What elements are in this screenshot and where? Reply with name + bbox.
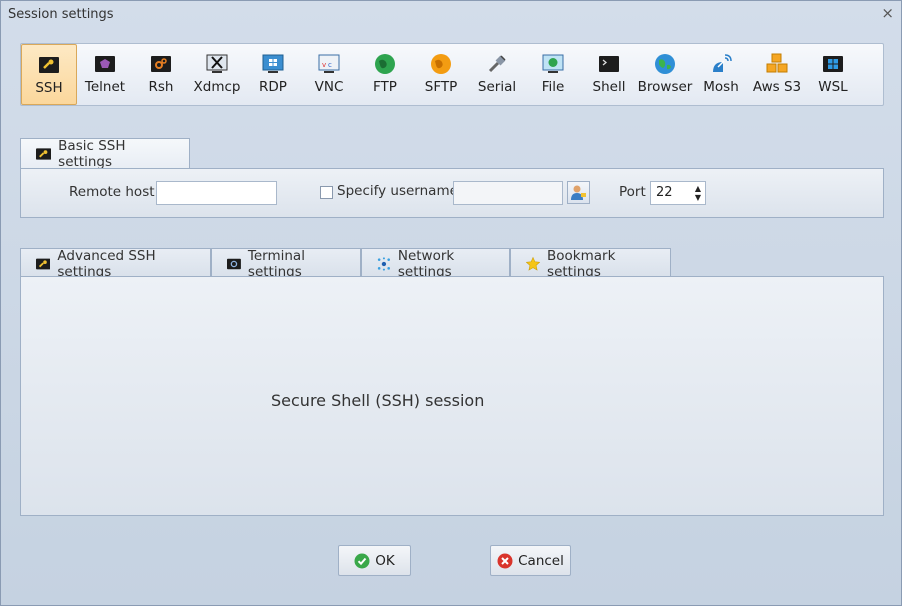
title-bar: Session settings ×: [1, 1, 901, 27]
protocol-ftp[interactable]: FTP: [357, 44, 413, 105]
rsh-icon: [151, 56, 171, 72]
protocol-ssh[interactable]: SSH: [21, 44, 77, 105]
user-icon: [571, 185, 586, 200]
check-circle-icon: [354, 553, 370, 568]
tab-bookmark-settings[interactable]: Bookmark settings: [510, 248, 671, 280]
session-settings-dialog: Session settings × SSH Telnet Rsh Xdmcp …: [0, 0, 902, 606]
specify-username-label: Specify username: [337, 183, 458, 199]
protocol-wsl[interactable]: WSL: [805, 44, 861, 105]
close-icon[interactable]: ×: [881, 4, 894, 22]
file-monitor-icon: [542, 54, 564, 73]
protocol-serial[interactable]: Serial: [469, 44, 525, 105]
protocol-label: Mosh: [703, 79, 739, 95]
spinner-arrows-icon[interactable]: ▲ ▼: [695, 184, 701, 202]
protocol-rsh[interactable]: Rsh: [133, 44, 189, 105]
telnet-icon: [95, 56, 115, 72]
user-credentials-button[interactable]: [567, 181, 590, 204]
protocol-label: Serial: [477, 79, 517, 95]
ok-label: OK: [375, 552, 395, 569]
protocol-label: Xdmcp: [193, 79, 241, 95]
protocol-label: Rsh: [148, 79, 174, 95]
rdp-icon: [262, 54, 284, 73]
protocol-label: SFTP: [424, 79, 458, 95]
remote-host-label: Remote host *: [69, 184, 166, 200]
tab-terminal-settings[interactable]: Terminal settings: [211, 248, 361, 280]
port-label: Port: [619, 184, 646, 200]
svg-text:v: v: [322, 61, 326, 69]
protocol-label: WSL: [818, 79, 848, 95]
protocol-label: Shell: [592, 79, 626, 95]
port-value: 22: [656, 185, 673, 200]
star-icon: [526, 256, 541, 271]
xdmcp-icon: [206, 54, 228, 73]
mosh-satellite-icon: [713, 54, 732, 72]
serial-plug-icon: [488, 55, 506, 73]
protocol-label: File: [541, 79, 565, 95]
ok-button[interactable]: OK: [338, 545, 411, 576]
wsl-windows-icon: [823, 56, 843, 72]
tab-basic-ssh-settings[interactable]: Basic SSH settings: [20, 138, 190, 170]
protocol-toolbar: SSH Telnet Rsh Xdmcp RDP v c VNC FTP SFT…: [20, 43, 884, 106]
protocol-label: Browser: [637, 79, 693, 95]
ssh-key-icon: [36, 258, 51, 270]
protocol-label: Aws S3: [752, 79, 802, 95]
tab-network-settings[interactable]: Network settings: [361, 248, 510, 280]
browser-globe-icon: [655, 54, 675, 74]
network-icon: [377, 257, 390, 271]
protocol-file[interactable]: File: [525, 44, 581, 105]
protocol-mosh[interactable]: Mosh: [693, 44, 749, 105]
cancel-label: Cancel: [518, 552, 564, 569]
cancel-x-circle-icon: [497, 553, 513, 568]
basic-settings-panel: Remote host * Specify username Port 22 ▲…: [20, 168, 884, 218]
protocol-label: SSH: [35, 80, 63, 96]
shell-terminal-icon: [599, 56, 619, 72]
username-input[interactable]: [453, 181, 563, 205]
cancel-button[interactable]: Cancel: [490, 545, 571, 576]
specify-username-checkbox[interactable]: [320, 186, 333, 199]
ssh-key-icon: [36, 148, 52, 160]
vnc-icon: v c: [318, 54, 340, 73]
protocol-label: VNC: [314, 79, 344, 95]
ftp-globe-icon: [375, 54, 395, 74]
ssh-key-icon: [39, 57, 59, 73]
protocol-xdmcp[interactable]: Xdmcp: [189, 44, 245, 105]
protocol-sftp[interactable]: SFTP: [413, 44, 469, 105]
protocol-browser[interactable]: Browser: [637, 44, 693, 105]
svg-text:c: c: [328, 61, 332, 69]
protocol-rdp[interactable]: RDP: [245, 44, 301, 105]
protocol-telnet[interactable]: Telnet: [77, 44, 133, 105]
sftp-globe-icon: [431, 54, 451, 74]
protocol-label: RDP: [259, 79, 287, 95]
aws-s3-cubes-icon: [766, 53, 788, 73]
advanced-settings-panel: Secure Shell (SSH) session: [20, 276, 884, 516]
protocol-aws-s3[interactable]: Aws S3: [749, 44, 805, 105]
protocol-vnc[interactable]: v c VNC: [301, 44, 357, 105]
terminal-gear-icon: [227, 258, 241, 270]
remote-host-input[interactable]: [156, 181, 277, 205]
protocol-label: Telnet: [84, 79, 126, 95]
session-description: Secure Shell (SSH) session: [271, 391, 485, 410]
protocol-shell[interactable]: Shell: [581, 44, 637, 105]
protocol-label: FTP: [373, 79, 397, 95]
port-spinner[interactable]: 22 ▲ ▼: [650, 181, 706, 205]
tab-label: Basic SSH settings: [58, 138, 126, 170]
window-title: Session settings: [8, 6, 114, 22]
tab-advanced-ssh-settings[interactable]: Advanced SSH settings: [20, 248, 211, 280]
